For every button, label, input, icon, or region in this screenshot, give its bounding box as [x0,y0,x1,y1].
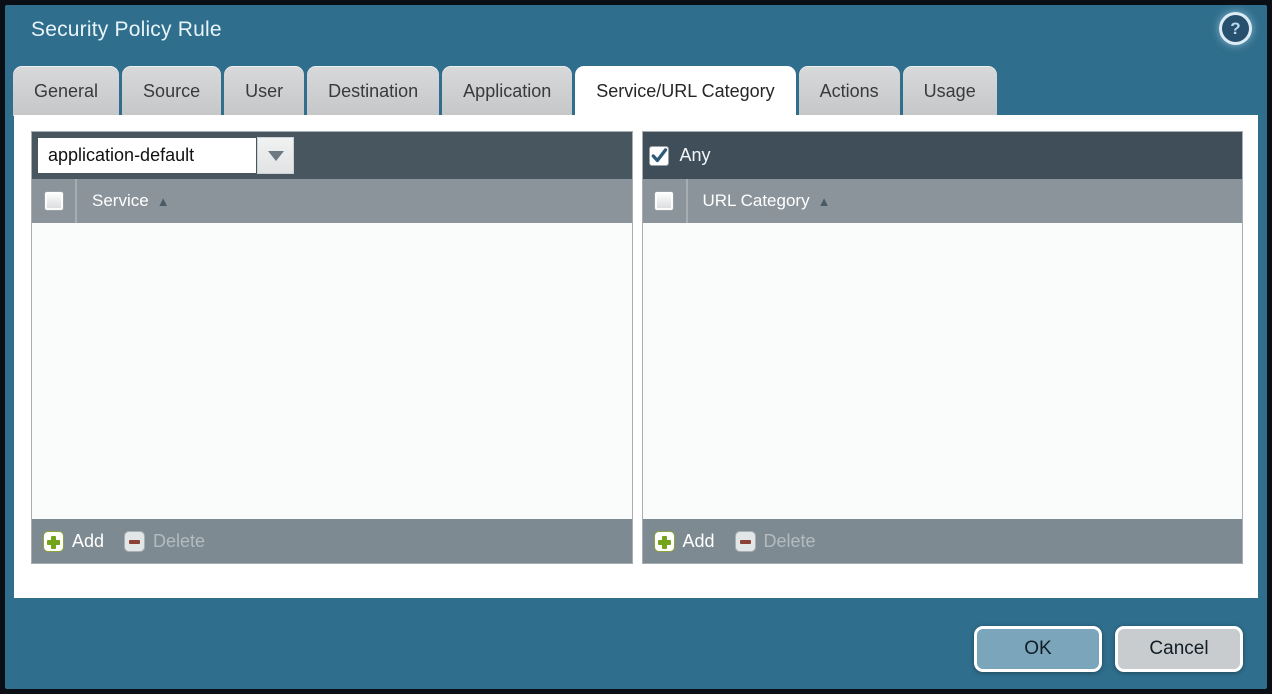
tab-user[interactable]: User [224,66,304,116]
security-policy-rule-dialog: Security Policy Rule ? General Source Us… [5,5,1267,689]
service-type-select [38,137,294,174]
service-footer-bar: Add Delete [32,519,632,563]
sort-ascending-icon: ▲ [157,194,170,209]
any-label: Any [680,145,711,166]
url-category-column-header[interactable]: URL Category ▲ [643,179,1243,223]
chevron-down-icon [268,151,284,169]
minus-icon [735,531,756,552]
dialog-title: Security Policy Rule [31,18,222,42]
any-checkbox[interactable] [649,146,669,166]
help-icon[interactable]: ? [1222,15,1249,42]
url-category-delete-label: Delete [764,531,816,552]
tab-usage[interactable]: Usage [903,66,997,116]
sort-ascending-icon: ▲ [818,194,831,209]
url-category-column-label: URL Category [703,191,810,211]
service-column-label: Service [92,191,149,211]
url-category-add-button[interactable]: Add [654,531,715,552]
dialog-button-row: OK Cancel [974,626,1243,672]
service-type-input[interactable] [38,138,256,173]
tab-bar: General Source User Destination Applicat… [13,66,1259,116]
url-any-toolbar: Any [643,132,1243,179]
service-header-checkbox-cell [32,179,76,223]
tab-actions[interactable]: Actions [799,66,900,116]
service-delete-label: Delete [153,531,205,552]
service-type-dropdown-button[interactable] [257,137,294,174]
service-add-button[interactable]: Add [43,531,104,552]
plus-icon [43,531,64,552]
url-select-all-checkbox[interactable] [654,191,674,211]
url-category-delete-button[interactable]: Delete [735,531,816,552]
plus-icon [654,531,675,552]
url-category-add-label: Add [683,531,715,552]
service-panel: Service ▲ Add Delete [31,131,633,564]
service-column-header[interactable]: Service ▲ [32,179,632,223]
service-add-label: Add [72,531,104,552]
tab-destination[interactable]: Destination [307,66,439,116]
minus-icon [124,531,145,552]
cancel-button[interactable]: Cancel [1115,626,1243,672]
tab-application[interactable]: Application [442,66,572,116]
service-select-all-checkbox[interactable] [44,191,64,211]
tab-source[interactable]: Source [122,66,221,116]
url-category-footer-bar: Add Delete [643,519,1243,563]
tab-service-url-category[interactable]: Service/URL Category [575,66,795,116]
tab-content: Service ▲ Add Delete [14,115,1258,598]
ok-button[interactable]: OK [974,626,1102,672]
url-header-checkbox-cell [643,179,687,223]
service-delete-button[interactable]: Delete [124,531,205,552]
checkmark-icon [650,145,668,167]
service-type-toolbar [32,132,632,179]
tab-general[interactable]: General [13,66,119,116]
url-category-panel: Any URL Category ▲ Add Delete [642,131,1244,564]
url-category-list-body [643,223,1243,519]
service-list-body [32,223,632,519]
